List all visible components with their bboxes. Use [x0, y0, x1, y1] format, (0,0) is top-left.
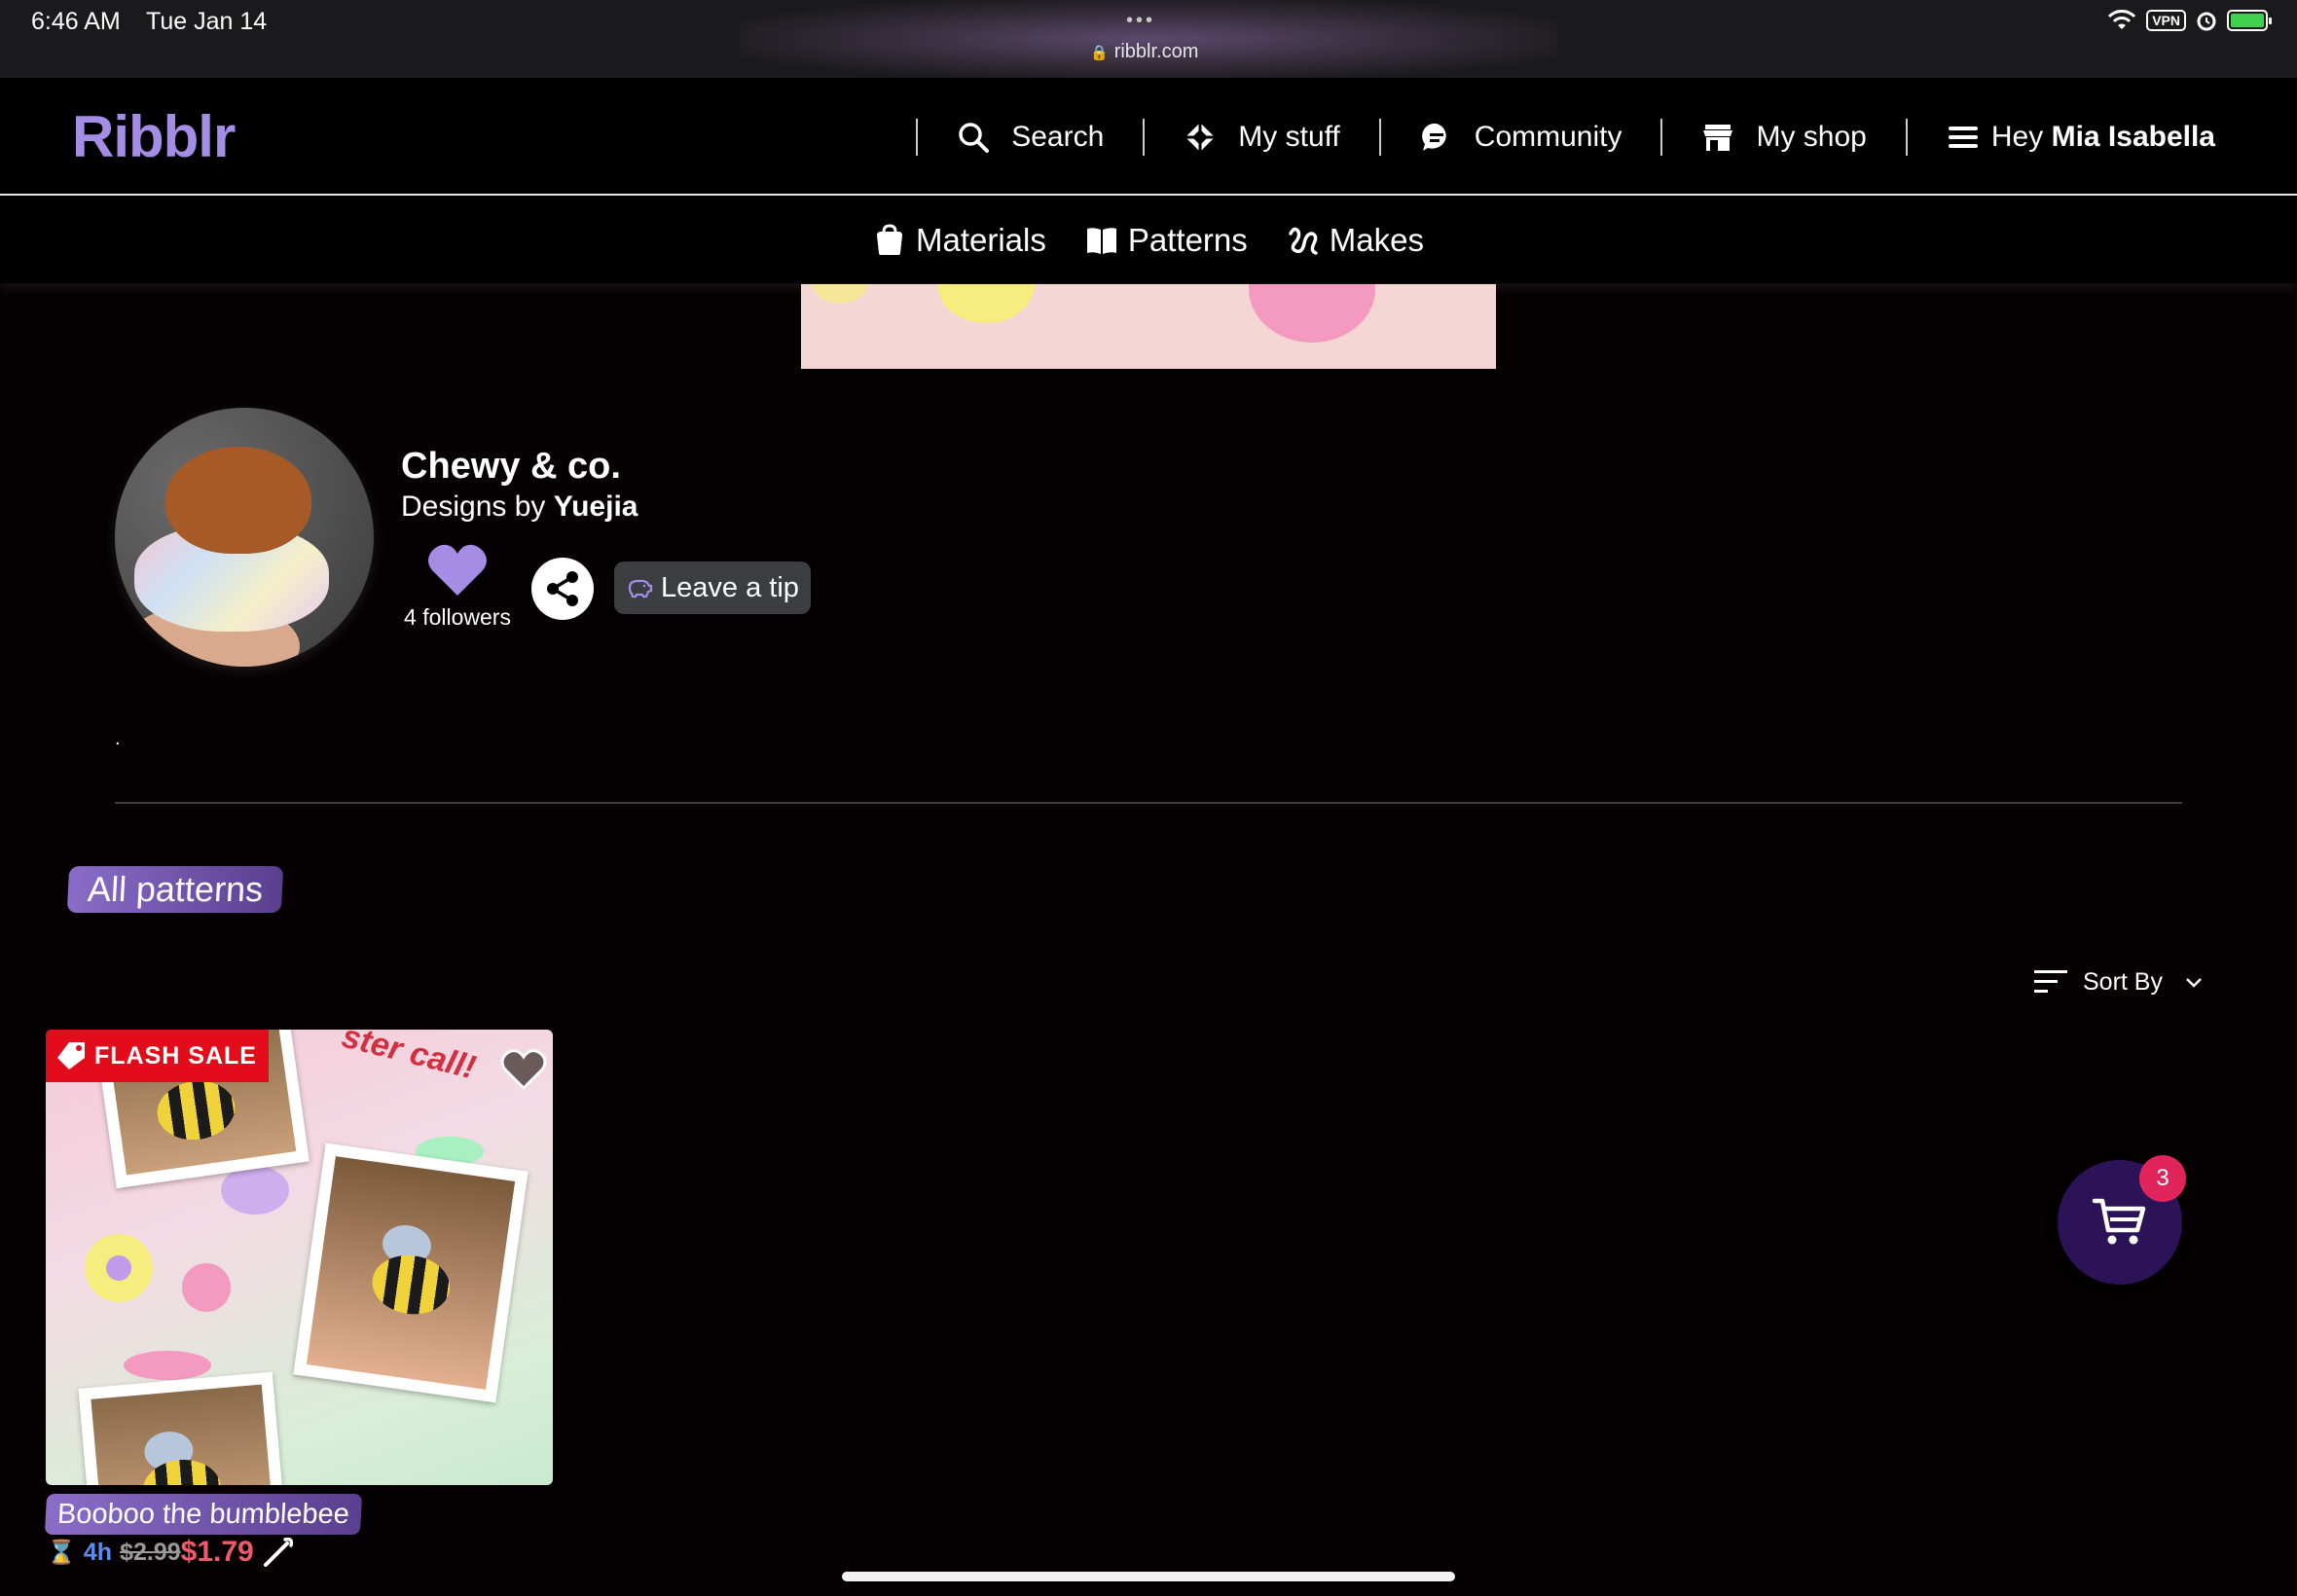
- flash-sale-label: FLASH SALE: [94, 1041, 257, 1070]
- store-icon: [1703, 124, 1733, 151]
- browser-menu-dots[interactable]: •••: [1126, 10, 1155, 32]
- nav-my-shop-label: My shop: [1756, 120, 1867, 153]
- yarn-squiggle-icon: [1289, 227, 1318, 255]
- user-name: Mia Isabella: [2051, 120, 2215, 153]
- subnav-materials-label: Materials: [916, 222, 1046, 258]
- tab-all-patterns[interactable]: All patterns: [66, 866, 284, 913]
- bag-icon: [877, 224, 902, 255]
- top-navigation: Ribblr Search My stuff Community My shop: [0, 78, 2297, 196]
- designer-line: Designs by Yuejia: [401, 490, 638, 524]
- chevron-down-icon: [2186, 978, 2202, 988]
- subnav-patterns-label: Patterns: [1127, 222, 1248, 258]
- address-bar[interactable]: 🔒 ribblr.com: [1090, 41, 1198, 63]
- shop-avatar: [115, 408, 374, 667]
- nav-community-label: Community: [1474, 120, 1622, 153]
- leave-a-tip-button[interactable]: Leave a tip: [614, 562, 811, 614]
- followers-count: 4 followers: [404, 604, 511, 630]
- favorite-heart-icon[interactable]: [500, 1047, 547, 1090]
- sort-by-label: Sort By: [2083, 967, 2163, 996]
- sale-time-left: 4h: [83, 1538, 113, 1566]
- nav-separator: [1378, 118, 1381, 156]
- designs-by-prefix: Designs by: [401, 490, 546, 523]
- vpn-badge: VPN: [2146, 10, 2186, 31]
- user-menu[interactable]: Hey Mia Isabella: [1947, 121, 2215, 154]
- search-icon: [959, 122, 990, 153]
- home-indicator[interactable]: [842, 1572, 1455, 1581]
- subnav-patterns[interactable]: Patterns: [1085, 222, 1248, 259]
- nav-separator: [1905, 118, 1908, 156]
- user-greeting: Hey Mia Isabella: [1991, 121, 2215, 154]
- status-date: Tue Jan 14: [146, 8, 268, 35]
- wifi-icon: [2108, 10, 2136, 29]
- product-price-row: ⌛ 4h $2.99 $1.79: [47, 1536, 295, 1569]
- sort-by-dropdown[interactable]: Sort By: [2034, 967, 2204, 997]
- nav-separator: [1660, 118, 1663, 156]
- nav-my-stuff-label: My stuff: [1238, 120, 1340, 153]
- shopping-cart-icon: [2092, 1198, 2146, 1245]
- nav-my-shop[interactable]: My shop: [1701, 120, 1867, 154]
- cart-count-badge: 3: [2139, 1155, 2186, 1202]
- shop-bio: .: [115, 728, 121, 749]
- share-button[interactable]: [531, 558, 594, 620]
- shop-banner-image: [801, 284, 1496, 369]
- leave-a-tip-label: Leave a tip: [661, 571, 799, 603]
- subnav-makes[interactable]: Makes: [1287, 222, 1424, 259]
- subnav-makes-label: Makes: [1329, 222, 1424, 258]
- hamburger-icon: [1948, 126, 1978, 148]
- section-divider: [115, 802, 2182, 804]
- nav-separator: [916, 118, 919, 156]
- designer-name[interactable]: Yuejia: [554, 490, 638, 523]
- share-icon: [547, 571, 578, 606]
- page: 6:46 AM Tue Jan 14 ••• 🔒 ribblr.com VPN R…: [0, 0, 2297, 1596]
- follow-button[interactable]: 4 followers: [401, 541, 514, 631]
- subnav-materials[interactable]: Materials: [873, 222, 1046, 259]
- ribblr-logo[interactable]: Ribblr: [72, 103, 236, 170]
- book-icon: [1086, 228, 1116, 254]
- original-price: $2.99: [120, 1538, 181, 1566]
- photo-collage-3: [78, 1371, 286, 1485]
- flash-sale-badge: FLASH SALE: [46, 1030, 269, 1082]
- sort-lines-icon: [2034, 970, 2067, 993]
- status-bar: 6:46 AM Tue Jan 14 ••• 🔒 ribblr.com VPN: [0, 0, 2297, 78]
- status-icons: VPN: [2107, 10, 2272, 31]
- nav-items: Search My stuff Community My shop Hey Mi…: [877, 78, 2215, 196]
- product-image[interactable]: [46, 1030, 553, 1485]
- price-tag-icon: [57, 1042, 85, 1070]
- greeting-prefix: Hey: [1990, 120, 2044, 153]
- nav-search-label: Search: [1011, 120, 1105, 153]
- battery-icon: [2227, 10, 2272, 31]
- sale-price: $1.79: [180, 1536, 254, 1568]
- piggy-bank-icon: [628, 579, 653, 598]
- nav-my-stuff[interactable]: My stuff: [1184, 120, 1340, 154]
- status-time: 6:46 AM: [31, 8, 121, 35]
- chat-bubble-icon: [1421, 123, 1446, 151]
- photo-collage-2: [293, 1143, 529, 1403]
- shop-name: Chewy & co.: [401, 446, 621, 487]
- heart-icon: [428, 544, 487, 596]
- crochet-hook-icon: [263, 1537, 293, 1567]
- product-title[interactable]: Booboo the bumblebee: [44, 1494, 363, 1535]
- category-navigation: Materials Patterns Makes: [0, 198, 2297, 283]
- nav-search[interactable]: Search: [957, 121, 1104, 154]
- hourglass-icon: ⌛: [47, 1539, 76, 1566]
- lock-icon: 🔒: [1090, 45, 1109, 61]
- nav-community[interactable]: Community: [1420, 121, 1622, 154]
- alarm-icon: [2197, 12, 2216, 31]
- nav-separator: [1143, 118, 1146, 156]
- diamond-grid-icon: [1185, 122, 1216, 152]
- url-text: ribblr.com: [1113, 41, 1199, 62]
